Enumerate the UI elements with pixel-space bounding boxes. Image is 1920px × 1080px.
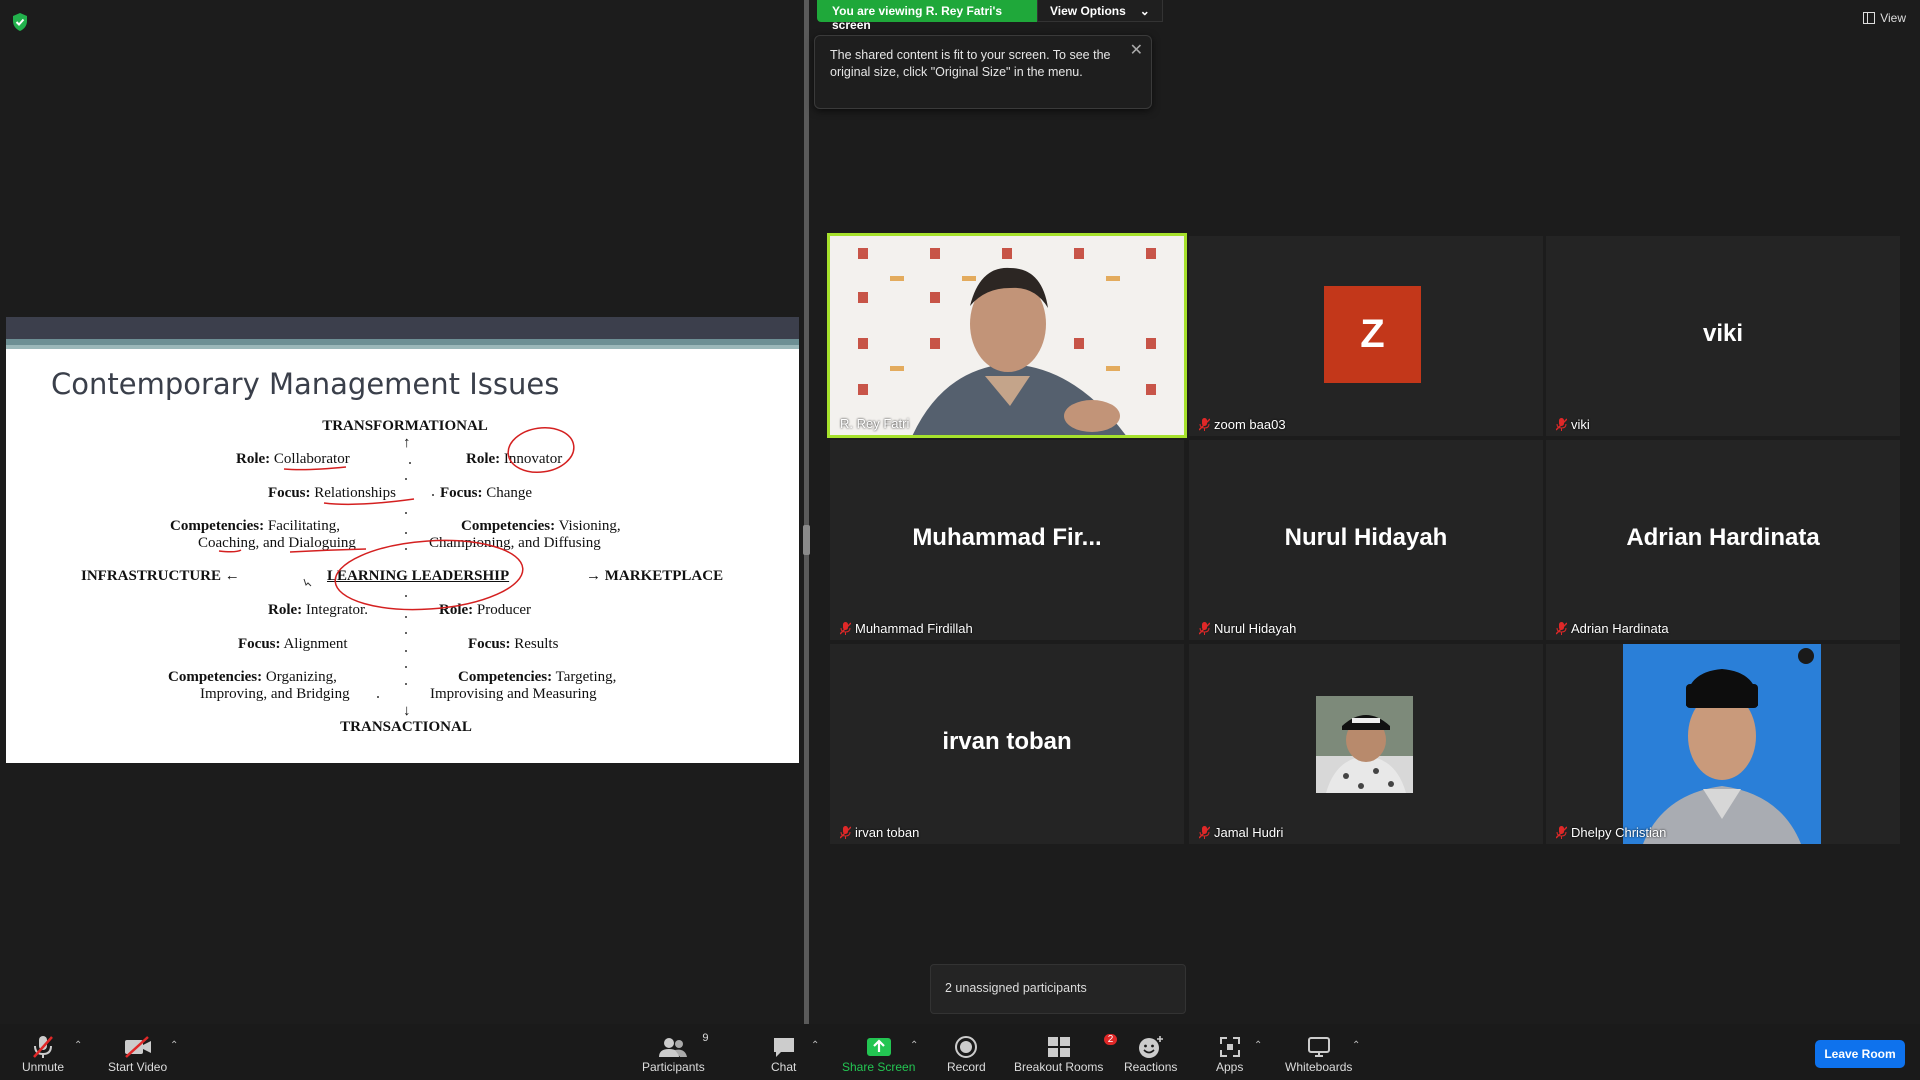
apps-label: Apps	[1216, 1060, 1244, 1074]
participants-icon	[659, 1038, 688, 1057]
smiley-plus-icon	[1138, 1036, 1163, 1058]
profile-photo	[1623, 644, 1821, 844]
chat-icon	[773, 1038, 794, 1057]
participant-name-label: Jamal Hudri	[1199, 825, 1283, 840]
share-screen-button[interactable]: Share Screen	[842, 1034, 915, 1074]
muted-mic-icon	[1556, 826, 1567, 839]
chevron-down-icon: ⌄	[1139, 4, 1150, 18]
whiteboard-icon	[1307, 1037, 1330, 1057]
muted-mic-icon	[840, 622, 851, 635]
share-banner: You are viewing R. Rey Fatri's screen Vi…	[817, 0, 1163, 32]
layout-icon	[1863, 12, 1876, 24]
video-tile[interactable]: viki viki	[1546, 236, 1900, 436]
share-screen-label: Share Screen	[842, 1060, 916, 1074]
presentation-slide: Contemporary Management Issues TRANSFORM…	[6, 317, 799, 763]
participant-name-label: Adrian Hardinata	[1556, 621, 1669, 636]
muted-mic-icon	[1556, 418, 1567, 431]
avatar: Z	[1324, 286, 1421, 383]
view-button[interactable]: View	[1863, 11, 1906, 25]
video-tile[interactable]: irvan toban irvan toban	[830, 644, 1184, 844]
view-label: View	[1880, 11, 1906, 25]
participants-button[interactable]: 9 Participants	[642, 1032, 709, 1074]
video-tile[interactable]: Dhelpy Christian	[1546, 644, 1900, 844]
participant-display-name: Nurul Hidayah	[1284, 524, 1448, 551]
breakout-badge: 2	[1103, 1034, 1118, 1045]
chevron-up-icon[interactable]: ⌃	[910, 1040, 918, 1051]
muted-mic-icon	[1199, 418, 1210, 431]
chevron-up-icon[interactable]: ⌃	[811, 1040, 819, 1051]
chat-label: Chat	[771, 1060, 797, 1074]
viewing-screen-label: You are viewing R. Rey Fatri's screen	[817, 0, 1037, 32]
reactions-button[interactable]: Reactions	[1124, 1034, 1177, 1074]
breakout-rooms-label: Breakout Rooms	[1014, 1060, 1104, 1074]
unassigned-participants-tooltip[interactable]: 2 unassigned participants	[930, 964, 1186, 1014]
participant-display-name: Adrian Hardinata	[1626, 524, 1820, 551]
muted-mic-icon	[840, 826, 851, 839]
share-screen-icon	[866, 1038, 891, 1056]
participant-name-label: irvan toban	[840, 825, 919, 840]
breakout-rooms-icon	[1047, 1037, 1070, 1057]
shared-screen: Contemporary Management Issues TRANSFORM…	[0, 0, 805, 1020]
chat-button[interactable]: Chat	[771, 1034, 796, 1074]
participant-name-label: Dhelpy Christian	[1556, 825, 1666, 840]
chevron-up-icon[interactable]: ⌃	[1254, 1040, 1262, 1051]
splitter-handle[interactable]	[803, 525, 810, 555]
muted-mic-icon	[33, 1036, 53, 1058]
muted-mic-icon	[1199, 622, 1210, 635]
reactions-label: Reactions	[1124, 1060, 1178, 1074]
participant-display-name: Muhammad Fir...	[912, 524, 1102, 551]
participant-display-name: irvan toban	[942, 728, 1072, 755]
close-icon[interactable]: ✕	[1130, 40, 1143, 60]
participant-name-label: zoom baa03	[1199, 417, 1286, 432]
muted-mic-icon	[1199, 826, 1210, 839]
apps-icon	[1219, 1037, 1240, 1057]
chevron-up-icon[interactable]: ⌃	[1352, 1040, 1360, 1051]
unmute-button[interactable]: Unmute	[22, 1034, 64, 1074]
chevron-up-icon[interactable]: ⌃	[170, 1040, 178, 1051]
start-video-button[interactable]: Start Video	[108, 1034, 167, 1074]
video-tile-active-speaker[interactable]: R. Rey Fatri	[827, 233, 1187, 438]
video-tile[interactable]: Adrian Hardinata Adrian Hardinata	[1546, 440, 1900, 640]
fit-screen-tooltip: The shared content is fit to your screen…	[814, 35, 1152, 109]
participants-count: 9	[702, 1032, 709, 1044]
video-tile[interactable]: Z zoom baa03	[1189, 236, 1543, 436]
view-options-label: View Options	[1050, 4, 1126, 18]
breakout-rooms-button[interactable]: 2 Breakout Rooms	[1014, 1034, 1118, 1074]
record-label: Record	[947, 1060, 986, 1074]
participants-label: Participants	[642, 1060, 705, 1074]
record-button[interactable]: Record	[947, 1034, 986, 1074]
splitter-bar[interactable]	[804, 0, 809, 1030]
whiteboards-button[interactable]: Whiteboards	[1285, 1034, 1352, 1074]
profile-photo	[1316, 696, 1413, 793]
start-video-label: Start Video	[108, 1060, 168, 1074]
video-tile[interactable]: Muhammad Fir... Muhammad Firdillah	[830, 440, 1184, 640]
participant-name-label: viki	[1556, 417, 1590, 432]
apps-button[interactable]: Apps	[1216, 1034, 1243, 1074]
video-off-icon	[124, 1036, 151, 1058]
muted-mic-icon	[1556, 622, 1567, 635]
participant-name-label: Nurul Hidayah	[1199, 621, 1296, 636]
video-tile[interactable]: Nurul Hidayah Nurul Hidayah	[1189, 440, 1543, 640]
chevron-up-icon[interactable]: ⌃	[74, 1040, 82, 1051]
tooltip-text: The shared content is fit to your screen…	[830, 48, 1111, 79]
participant-name-label: Muhammad Firdillah	[840, 621, 973, 636]
record-icon	[955, 1036, 978, 1058]
video-tile[interactable]: Jamal Hudri	[1189, 644, 1543, 844]
whiteboards-label: Whiteboards	[1285, 1060, 1353, 1074]
slide-annotations	[218, 426, 575, 698]
leave-room-button[interactable]: Leave Room	[1815, 1040, 1905, 1068]
participant-display-name: viki	[1702, 320, 1744, 347]
unassigned-participants-text: 2 unassigned participants	[945, 981, 1087, 995]
view-options-button[interactable]: View Options ⌄	[1037, 0, 1163, 22]
participant-video	[858, 248, 1156, 435]
unmute-label: Unmute	[22, 1060, 65, 1074]
participant-name-label: R. Rey Fatri	[840, 416, 910, 431]
